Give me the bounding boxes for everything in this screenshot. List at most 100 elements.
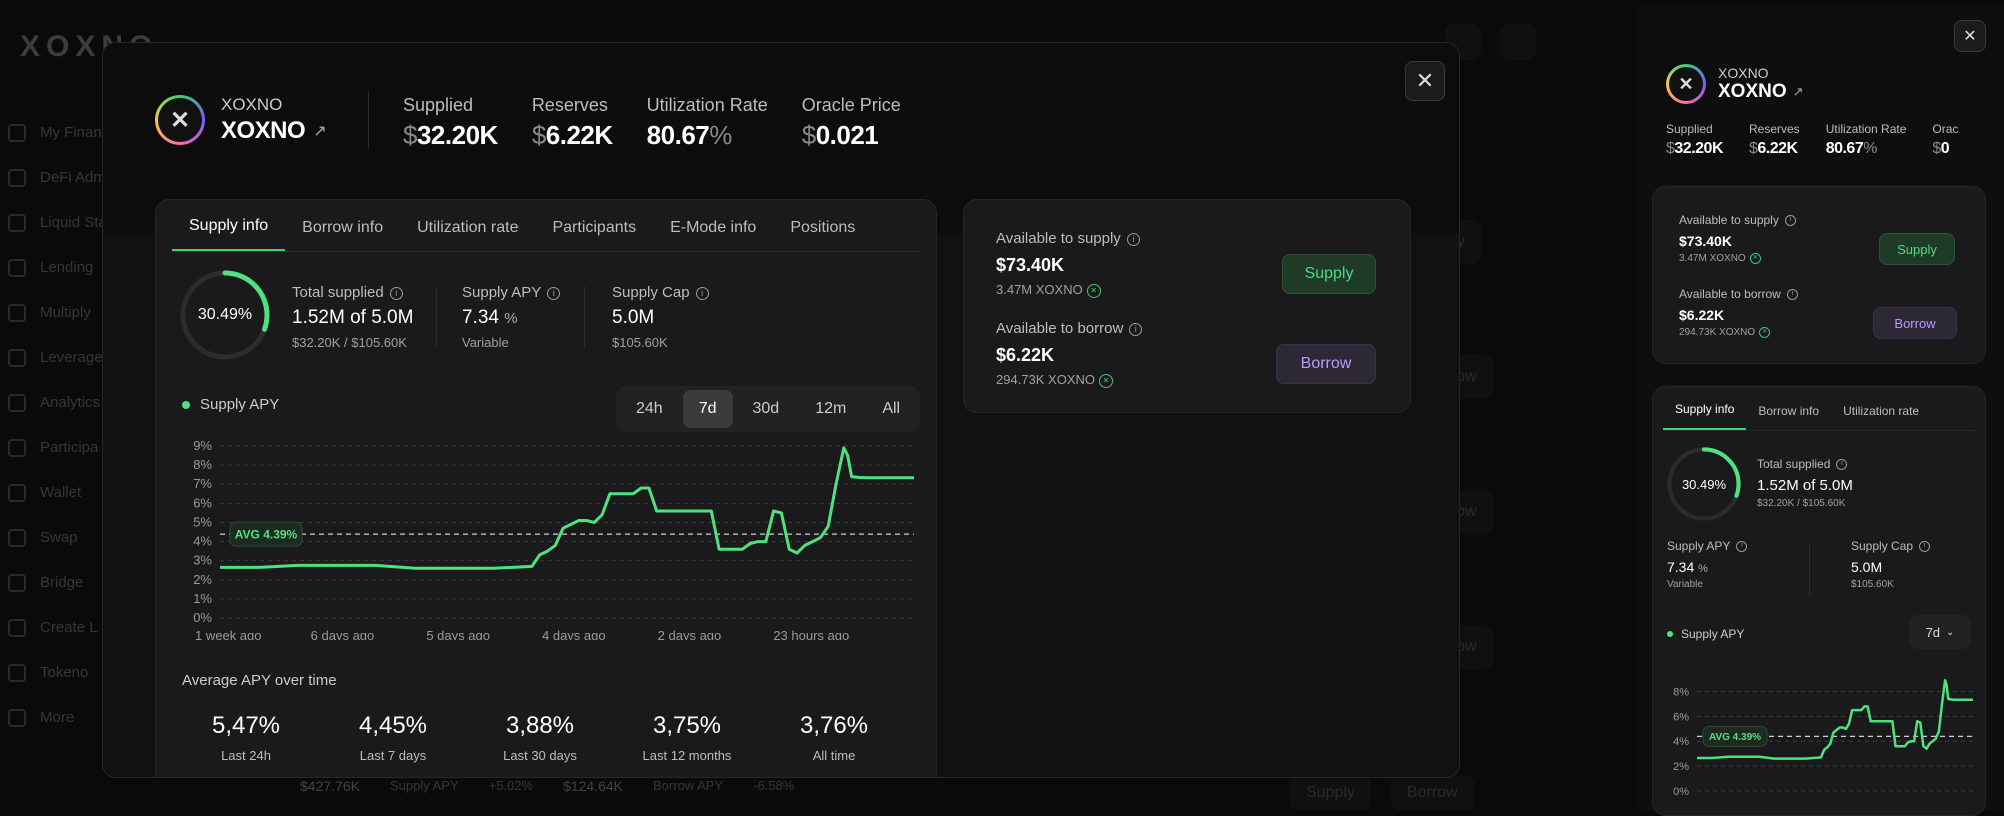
side-total-supplied-sub: $32.20K / $105.60K <box>1757 498 1846 509</box>
range-24h[interactable]: 24h <box>620 390 679 428</box>
info-icon[interactable]: i <box>1736 541 1748 553</box>
external-link-icon[interactable]: ↗ <box>1793 84 1804 100</box>
available-supply-sub: 3.47M XOXNO <box>996 282 1083 297</box>
range-30d[interactable]: 30d <box>737 390 796 428</box>
tab-borrow-info[interactable]: Borrow info <box>285 219 400 251</box>
tab-e-mode-info[interactable]: E-Mode info <box>653 219 773 251</box>
side-supply-apy: Supply APY i 7.34 % Variable <box>1667 539 1748 590</box>
x-tick-label: 6 days ago <box>311 628 375 640</box>
legend-dot-icon <box>182 400 190 409</box>
side-tab-borrow-info[interactable]: Borrow info <box>1746 404 1831 430</box>
info-icon[interactable]: i <box>1129 322 1143 336</box>
tab-supply-info[interactable]: Supply info <box>172 217 286 251</box>
bg-nav-label: Liquid Sta <box>40 214 107 231</box>
info-icon[interactable]: i <box>1786 289 1798 301</box>
info-icon[interactable]: i <box>1126 232 1140 246</box>
side-utilization-gauge: 30.49% <box>1667 447 1741 521</box>
average-badge: AVG 4.39% <box>229 521 303 547</box>
bg-nav-label: Tokeno <box>40 664 89 681</box>
y-tick-label: 9% <box>193 438 212 453</box>
side-tab-utilization-rate[interactable]: Utilization rate <box>1831 404 1931 430</box>
average-apy-label: Last 30 days <box>503 748 577 763</box>
side-supply-button[interactable]: Supply <box>1879 233 1955 265</box>
bg-logout-icon <box>1500 24 1536 60</box>
supply-apy-chart: 9% 8% 7% 6% 5% 4% 3% 2% 1% 0% 1 week ago 6 days ago… <box>193 438 914 640</box>
stat-value-wrap: $32.20K <box>403 120 498 151</box>
stat-value-wrap: 80.67% <box>1826 140 1907 158</box>
stat-value: 0.021 <box>815 120 879 150</box>
xoxno-token-icon: ✕ <box>1759 327 1771 338</box>
stat-currency: $ <box>1932 140 1941 157</box>
close-icon: ✕ <box>1963 28 1977 45</box>
close-modal-button[interactable]: ✕ <box>1405 61 1445 101</box>
info-icon[interactable]: i <box>1836 459 1848 471</box>
supply-button[interactable]: Supply <box>1282 254 1376 294</box>
info-icon[interactable]: i <box>1919 541 1931 553</box>
side-token-symbol: XOXNO <box>1718 65 1769 81</box>
range-12m[interactable]: 12m <box>799 390 862 428</box>
side-supply-apy-unit: % <box>1698 563 1708 575</box>
stat-value: 32.20K <box>1674 140 1723 157</box>
bg-nav-label: Lending <box>40 259 94 276</box>
available-supply-label: Available to supply <box>996 230 1121 247</box>
info-icon[interactable]: i <box>547 286 561 300</box>
header-stats: Supplied $32.20K Reserves $6.22K Utilization… <box>403 95 901 151</box>
side-legend-label: Supply APY <box>1681 627 1745 641</box>
side-actions-panel: Available to supply i $73.40K 3.47M XOXNO… <box>1652 186 1986 364</box>
market-details-modal: ✕ ✕ XOXNO XOXNO ↗ Supplied $32.20K Reserve… <box>102 42 1460 778</box>
xoxno-token-icon: ✕ <box>1749 253 1761 264</box>
side-info-panel: Supply info Borrow info Utilization rate 3… <box>1652 386 1986 816</box>
stat-suffix: % <box>1863 140 1877 157</box>
external-link-icon[interactable]: ↗ <box>313 121 326 141</box>
average-apy-label: Last 7 days <box>359 748 427 763</box>
close-side-panel-button[interactable]: ✕ <box>1954 20 1986 52</box>
range-All[interactable]: All <box>866 390 916 428</box>
total-supplied-value: 1.52M of 5.0M <box>292 307 414 328</box>
side-supply-cap: Supply Cap i 5.0M $105.60K <box>1851 539 1931 590</box>
side-divider <box>1809 543 1810 597</box>
side-range-value: 7d <box>1925 624 1941 640</box>
range-7d[interactable]: 7d <box>682 390 733 428</box>
supply-apy-label: Supply APY <box>462 284 542 301</box>
supply-info-panel: Supply info Borrow info Utilization rate Pa… <box>155 199 937 777</box>
side-supply-apy-value: 7.34 <box>1667 559 1695 575</box>
supply-cap-label: Supply Cap <box>612 284 690 301</box>
supply-cap-stat: Supply Cap i 5.0M $105.60K <box>612 284 709 350</box>
available-borrow: Available to borrow i $6.22K 294.73K XOXN… <box>996 320 1143 388</box>
tab-positions[interactable]: Positions <box>773 219 872 251</box>
legend-dot-icon <box>1667 631 1673 637</box>
side-stats: Supplied $32.20K Reserves $6.22K Utilization… <box>1666 122 1996 158</box>
stat-divider <box>584 286 585 348</box>
x-tick-label: 1 week ago <box>195 628 262 640</box>
tab-participants[interactable]: Participants <box>535 219 653 251</box>
info-icon[interactable]: i <box>1784 215 1796 227</box>
info-icon[interactable]: i <box>389 286 403 300</box>
average-apy-value: 3,76% <box>799 712 869 739</box>
bg-borrow-apy-label: Borrow APY <box>653 778 724 793</box>
stat-divider <box>436 286 437 348</box>
y-tick-label: 0% <box>193 610 212 625</box>
y-tick-label: 1% <box>193 591 212 606</box>
side-info-tabs: Supply info Borrow info Utilization rate <box>1663 387 1975 431</box>
close-icon: ✕ <box>1415 68 1435 93</box>
bg-nav-label: Analytics <box>40 394 101 411</box>
tab-utilization-rate[interactable]: Utilization rate <box>400 219 535 251</box>
stat-utilization-rate: Utilization Rate 80.67% <box>1826 122 1907 158</box>
side-available-supply-label: Available to supply <box>1679 213 1779 227</box>
gauge-percent: 30.49% <box>197 306 253 323</box>
average-badge-label: AVG 4.39% <box>1709 732 1761 743</box>
side-total-supplied: Total supplied i 1.52M of 5.0M $32.20K / … <box>1757 457 1853 509</box>
y-tick-label: 7% <box>193 476 212 491</box>
side-borrow-button[interactable]: Borrow <box>1873 307 1957 339</box>
borrow-button[interactable]: Borrow <box>1276 344 1376 384</box>
nav-icon <box>8 573 26 592</box>
stat-label: Supplied <box>1666 122 1713 136</box>
nav-icon <box>8 258 26 277</box>
average-apy-item: 3,88% Last 30 days <box>470 712 610 763</box>
side-supply-cap-sub: $105.60K <box>1851 579 1894 590</box>
chart-legend: Supply APY <box>182 396 279 413</box>
side-tab-supply-info[interactable]: Supply info <box>1663 402 1747 430</box>
nav-icon <box>8 348 26 367</box>
info-icon[interactable]: i <box>695 286 709 300</box>
side-range-dropdown[interactable]: 7d ⌄ <box>1909 615 1971 649</box>
